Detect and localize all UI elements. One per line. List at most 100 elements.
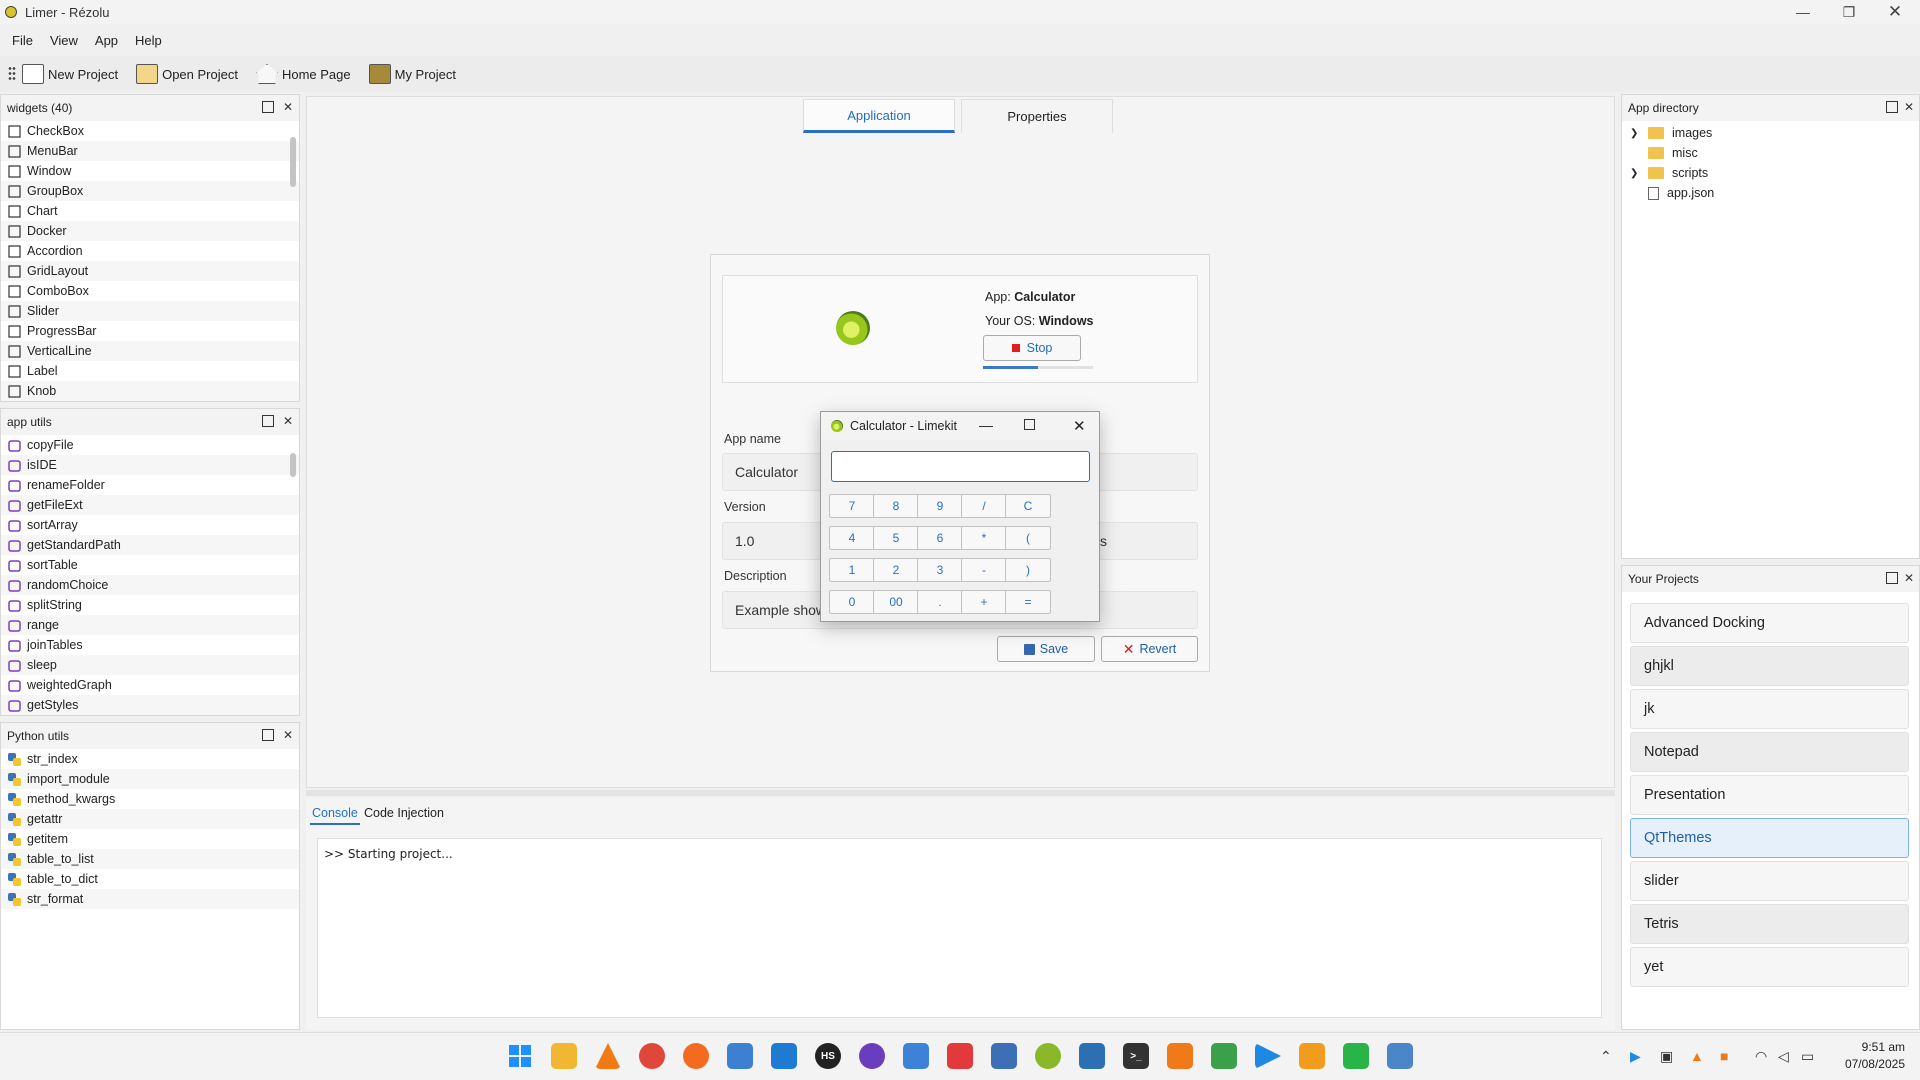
close-icon[interactable]: ✕ bbox=[1904, 101, 1916, 113]
calc-key[interactable]: 9 bbox=[917, 494, 963, 518]
calc-key[interactable]: 1 bbox=[829, 558, 875, 582]
calc-key[interactable]: 00 bbox=[873, 590, 919, 614]
list-item[interactable]: str_format bbox=[1, 889, 299, 909]
play-icon[interactable] bbox=[1255, 1043, 1281, 1069]
clock-time[interactable]: 9:51 am bbox=[1845, 1040, 1905, 1054]
list-item[interactable]: Knob bbox=[1, 381, 299, 401]
calc-key[interactable]: + bbox=[961, 590, 1007, 614]
windows-start-icon[interactable] bbox=[507, 1043, 533, 1069]
project-item[interactable]: slider bbox=[1630, 861, 1909, 901]
hs-icon[interactable]: HS bbox=[815, 1043, 841, 1069]
calc-key[interactable]: / bbox=[961, 494, 1007, 518]
volume-icon[interactable]: ◁ bbox=[1778, 1048, 1789, 1065]
list-item[interactable]: GridLayout bbox=[1, 261, 299, 281]
project-item[interactable]: Presentation bbox=[1630, 775, 1909, 815]
widgets-scrollbar[interactable] bbox=[289, 125, 297, 397]
app-icon[interactable] bbox=[947, 1043, 973, 1069]
calc-key[interactable]: * bbox=[961, 526, 1007, 550]
close-icon[interactable]: ✕ bbox=[283, 729, 295, 741]
calc-key[interactable]: 3 bbox=[917, 558, 963, 582]
list-item[interactable]: Label bbox=[1, 361, 299, 381]
list-item[interactable]: Accordion bbox=[1, 241, 299, 261]
open-project-button[interactable]: Open Project bbox=[136, 64, 238, 84]
calc-key[interactable]: ( bbox=[1005, 526, 1051, 550]
list-item[interactable]: getFileExt bbox=[1, 495, 299, 515]
list-item[interactable]: Chart bbox=[1, 201, 299, 221]
list-item[interactable]: VerticalLine bbox=[1, 341, 299, 361]
float-icon[interactable] bbox=[1886, 572, 1898, 584]
close-icon[interactable]: ✕ bbox=[1904, 572, 1916, 584]
list-item[interactable]: range bbox=[1, 615, 299, 635]
list-item[interactable]: getStandardPath bbox=[1, 535, 299, 555]
tray-app-icon[interactable]: ▣ bbox=[1660, 1048, 1673, 1065]
list-item[interactable]: isIDE bbox=[1, 455, 299, 475]
list-item[interactable]: table_to_list bbox=[1, 849, 299, 869]
tray-play-icon[interactable]: ▶ bbox=[1630, 1048, 1641, 1065]
float-icon[interactable] bbox=[262, 415, 274, 427]
xampp-icon[interactable] bbox=[1167, 1043, 1193, 1069]
battery-icon[interactable]: ▭ bbox=[1801, 1048, 1814, 1065]
calc-key[interactable]: . bbox=[917, 590, 963, 614]
tree-item[interactable]: ❯ images bbox=[1622, 123, 1919, 143]
console-output[interactable]: >> Starting project... bbox=[317, 838, 1602, 1018]
close-icon[interactable]: ✕ bbox=[1073, 417, 1086, 435]
list-item[interactable]: renameFolder bbox=[1, 475, 299, 495]
list-item[interactable]: weightedGraph bbox=[1, 675, 299, 695]
list-item[interactable]: MenuBar bbox=[1, 141, 299, 161]
float-icon[interactable] bbox=[262, 729, 274, 741]
calc-key[interactable]: 5 bbox=[873, 526, 919, 550]
calc-key[interactable]: C bbox=[1005, 494, 1051, 518]
list-item[interactable]: copyFile bbox=[1, 435, 299, 455]
minimize-button[interactable]: — bbox=[1780, 0, 1826, 24]
tab-application[interactable]: Application bbox=[803, 99, 955, 133]
list-item[interactable]: ComboBox bbox=[1, 281, 299, 301]
project-item[interactable]: yet bbox=[1630, 947, 1909, 987]
project-item[interactable]: QtThemes bbox=[1630, 818, 1909, 858]
list-item[interactable]: Docker bbox=[1, 221, 299, 241]
app-icon[interactable] bbox=[1343, 1043, 1369, 1069]
list-item[interactable]: Slider bbox=[1, 301, 299, 321]
editor-splitter[interactable] bbox=[306, 790, 1615, 796]
save-button[interactable]: Save bbox=[997, 636, 1095, 662]
list-item[interactable]: randomChoice bbox=[1, 575, 299, 595]
file-explorer-icon[interactable] bbox=[551, 1043, 577, 1069]
menu-help[interactable]: Help bbox=[135, 33, 162, 48]
new-project-button[interactable]: New Project bbox=[22, 64, 118, 84]
chevron-right-icon[interactable]: ❯ bbox=[1630, 168, 1644, 179]
menu-view[interactable]: View bbox=[50, 33, 78, 48]
close-button[interactable]: ✕ bbox=[1872, 0, 1918, 24]
lime-app-icon[interactable] bbox=[1035, 1043, 1061, 1069]
stop-button[interactable]: Stop bbox=[983, 335, 1081, 361]
firefox-icon[interactable] bbox=[683, 1043, 709, 1069]
list-item[interactable]: table_to_dict bbox=[1, 869, 299, 889]
python-active-icon[interactable] bbox=[1387, 1043, 1413, 1069]
chevron-up-icon[interactable]: ⌃ bbox=[1600, 1048, 1612, 1065]
app-utils-scrollbar[interactable] bbox=[289, 439, 297, 711]
github-icon[interactable] bbox=[859, 1043, 885, 1069]
list-item[interactable]: import_module bbox=[1, 769, 299, 789]
sublime-icon[interactable] bbox=[1299, 1043, 1325, 1069]
tab-console[interactable]: Console bbox=[310, 806, 360, 825]
tab-properties[interactable]: Properties bbox=[961, 99, 1113, 133]
list-item[interactable]: getStyles bbox=[1, 695, 299, 715]
tray-xampp-icon[interactable]: ■ bbox=[1720, 1048, 1728, 1064]
tab-code-injection[interactable]: Code Injection bbox=[364, 806, 444, 820]
clock-date[interactable]: 07/08/2025 bbox=[1830, 1057, 1905, 1071]
menu-file[interactable]: File bbox=[12, 33, 33, 48]
calc-key[interactable]: - bbox=[961, 558, 1007, 582]
calc-key[interactable]: ) bbox=[1005, 558, 1051, 582]
float-icon[interactable] bbox=[1886, 101, 1898, 113]
calc-key[interactable]: 2 bbox=[873, 558, 919, 582]
project-item[interactable]: Notepad bbox=[1630, 732, 1909, 772]
project-item[interactable]: jk bbox=[1630, 689, 1909, 729]
restore-button[interactable]: ❐ bbox=[1826, 0, 1872, 24]
tree-item[interactable]: ❯ scripts bbox=[1622, 163, 1919, 183]
project-item[interactable]: Advanced Docking bbox=[1630, 603, 1909, 643]
tree-item[interactable]: app.json bbox=[1622, 183, 1919, 203]
list-item[interactable]: sortTable bbox=[1, 555, 299, 575]
notepad-icon[interactable] bbox=[1211, 1043, 1237, 1069]
list-item[interactable]: CheckBox bbox=[1, 121, 299, 141]
app-icon[interactable] bbox=[727, 1043, 753, 1069]
list-item[interactable]: GroupBox bbox=[1, 181, 299, 201]
revert-button[interactable]: ✕ Revert bbox=[1101, 636, 1198, 662]
